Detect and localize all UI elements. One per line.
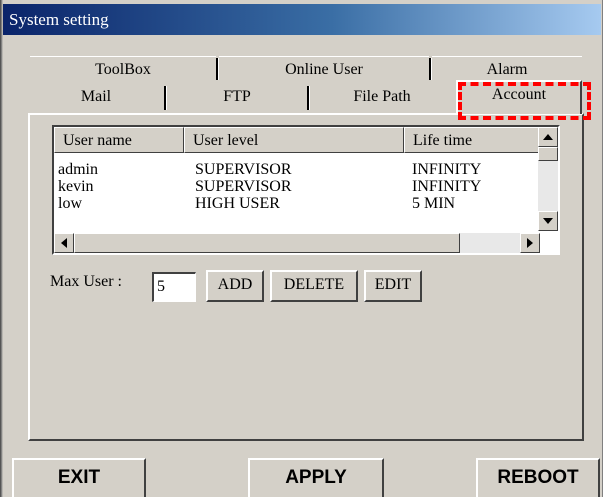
tab-file-path[interactable]: File Path	[310, 84, 454, 110]
window-title: System setting	[3, 4, 601, 35]
cell-user-name: low	[58, 195, 82, 212]
tab-toolbox[interactable]: ToolBox	[30, 56, 216, 82]
user-list[interactable]: User name User level Life time admin SUP…	[52, 125, 560, 255]
tab-online-user[interactable]: Online User	[219, 56, 429, 82]
cell-life-time: INFINITY	[412, 178, 482, 195]
cell-life-time: 5 MIN	[412, 195, 456, 212]
cell-user-level: SUPERVISOR	[195, 178, 292, 195]
column-header-user-level[interactable]: User level	[184, 127, 404, 153]
tab-alarm[interactable]: Alarm	[432, 56, 582, 82]
vertical-scroll-thumb[interactable]	[538, 147, 558, 161]
scroll-right-button[interactable]	[520, 233, 540, 253]
max-user-input[interactable]: 5	[152, 272, 196, 302]
add-button[interactable]: ADD	[206, 270, 264, 302]
exit-button[interactable]: EXIT	[12, 458, 146, 497]
tab-mail[interactable]: Mail	[28, 84, 164, 110]
window-left-edge	[0, 0, 3, 497]
column-header-life-time[interactable]: Life time	[404, 127, 544, 153]
system-setting-window: System setting ToolBox Online User Alarm…	[0, 0, 603, 497]
apply-button[interactable]: APPLY	[248, 458, 384, 497]
scroll-up-button[interactable]	[538, 127, 558, 147]
edit-button[interactable]: EDIT	[364, 270, 422, 302]
horizontal-scroll-thumb[interactable]	[74, 233, 460, 253]
arrow-left-icon	[61, 238, 67, 248]
cell-user-level: SUPERVISOR	[195, 161, 292, 178]
delete-button[interactable]: DELETE	[270, 270, 358, 302]
scroll-down-button[interactable]	[538, 211, 558, 231]
account-tab-highlight	[458, 82, 591, 120]
arrow-up-icon	[543, 134, 553, 140]
tab-ftp[interactable]: FTP	[167, 84, 307, 110]
cell-user-name: kevin	[58, 178, 94, 195]
arrow-down-icon	[543, 218, 553, 224]
reboot-button[interactable]: REBOOT	[476, 458, 600, 497]
max-user-label: Max User :	[50, 273, 122, 290]
cell-user-level: HIGH USER	[195, 195, 280, 212]
vertical-scrollbar[interactable]	[538, 127, 558, 231]
scroll-left-button[interactable]	[54, 233, 74, 253]
cell-user-name: admin	[58, 161, 98, 178]
horizontal-scrollbar[interactable]	[54, 233, 540, 253]
cell-life-time: INFINITY	[412, 161, 482, 178]
arrow-right-icon	[527, 238, 533, 248]
column-header-user-name[interactable]: User name	[54, 127, 184, 153]
